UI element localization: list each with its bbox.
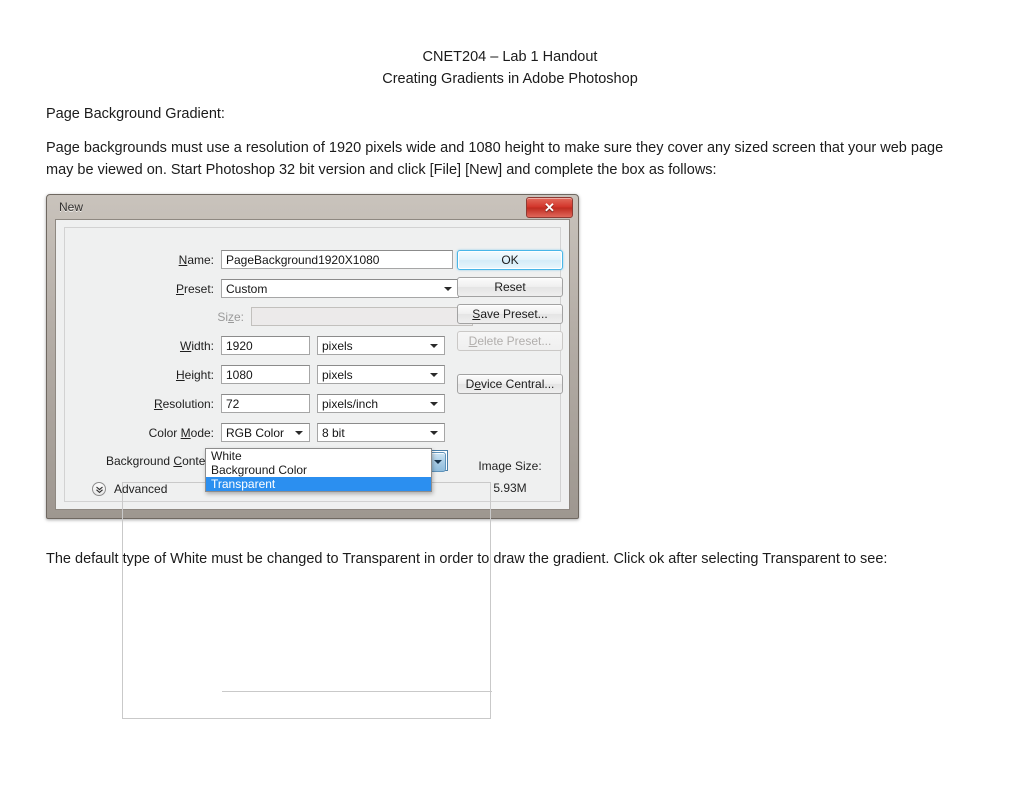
preset-groupbox <box>122 482 491 719</box>
resolution-input[interactable]: 72 <box>221 394 310 413</box>
chevron-down-icon <box>430 343 438 348</box>
color-mode-row: Color Mode: RGB Color 8 bit <box>114 423 445 442</box>
new-document-dialog: New ✕ Name: PageBackground1920X1080 Pres… <box>46 194 579 719</box>
dropdown-option-white[interactable]: White <box>206 449 431 463</box>
advanced-label: Advanced <box>114 482 168 496</box>
advanced-disclosure[interactable]: Advanced <box>92 482 167 496</box>
save-preset-button[interactable]: Save Preset... <box>457 304 563 324</box>
document-title-line1: CNET204 – Lab 1 Handout <box>422 49 598 65</box>
reset-button[interactable]: Reset <box>457 277 563 297</box>
color-mode-combobox[interactable]: RGB Color <box>221 423 310 442</box>
section-heading: Page Background Gradient: <box>46 106 225 122</box>
width-label: Width: <box>179 338 214 353</box>
intro-paragraph: Page backgrounds must use a resolution o… <box>46 140 944 178</box>
advanced-divider <box>222 691 492 692</box>
background-contents-dropdown[interactable]: White Background Color Transparent <box>205 448 432 492</box>
resolution-unit-value: pixels/inch <box>322 396 379 411</box>
color-depth-value: 8 bit <box>322 425 345 440</box>
name-row: Name: PageBackground1920X1080 <box>156 250 453 269</box>
delete-preset-label: Delete Preset... <box>468 334 552 348</box>
width-row: Width: 1920 pixels <box>114 336 445 355</box>
chevron-double-down-icon[interactable] <box>92 482 106 496</box>
height-label: Height: <box>175 367 214 382</box>
size-label: Size: <box>217 309 244 324</box>
preset-value: Custom <box>226 281 268 296</box>
resolution-row: Resolution: 72 pixels/inch <box>114 394 445 413</box>
color-mode-label: Color Mode: <box>148 425 214 440</box>
background-contents-label: Background Contents: <box>106 453 225 468</box>
resolution-unit-combobox[interactable]: pixels/inch <box>317 394 445 413</box>
image-size-label: Image Size: <box>478 459 542 473</box>
width-unit-combobox[interactable]: pixels <box>317 336 445 355</box>
chevron-down-icon <box>444 286 452 291</box>
height-unit-combobox[interactable]: pixels <box>317 365 445 384</box>
device-central-label: Device Central... <box>465 377 555 391</box>
dropdown-option-background-color[interactable]: Background Color <box>206 463 431 477</box>
color-depth-combobox[interactable]: 8 bit <box>317 423 445 442</box>
image-size-value: 5.93M <box>493 481 527 495</box>
dialog-titlebar[interactable]: New ✕ <box>47 195 578 219</box>
save-preset-label: Save Preset... <box>472 307 548 321</box>
height-input[interactable]: 1080 <box>221 365 310 384</box>
name-label: Name: <box>178 252 214 267</box>
dialog-title: New <box>59 200 84 214</box>
size-row: Size: <box>114 307 473 326</box>
closing-paragraph: The default type of White must be change… <box>46 551 888 567</box>
preset-combobox[interactable]: Custom <box>221 279 459 298</box>
chevron-down-icon <box>430 430 438 435</box>
chevron-down-icon <box>430 372 438 377</box>
chevron-down-icon <box>430 401 438 406</box>
resolution-label: Resolution: <box>153 396 214 411</box>
device-central-button[interactable]: Device Central... <box>457 374 563 394</box>
document-title: CNET204 – Lab 1 Handout Creating Gradien… <box>0 47 1020 90</box>
preset-label: Preset: <box>175 281 214 296</box>
size-combobox[interactable] <box>251 307 473 326</box>
delete-preset-button[interactable]: Delete Preset... <box>457 331 563 351</box>
close-glyph: ✕ <box>544 200 555 215</box>
chevron-down-icon <box>295 430 303 435</box>
name-input[interactable]: PageBackground1920X1080 <box>221 250 453 269</box>
close-icon[interactable]: ✕ <box>526 197 573 218</box>
height-row: Height: 1080 pixels <box>114 365 445 384</box>
document-page: CNET204 – Lab 1 Handout Creating Gradien… <box>0 0 1020 788</box>
document-title-line2: Creating Gradients in Adobe Photoshop <box>382 70 638 87</box>
width-input[interactable]: 1920 <box>221 336 310 355</box>
height-unit-value: pixels <box>322 367 353 382</box>
width-unit-value: pixels <box>322 338 353 353</box>
color-mode-value: RGB Color <box>226 425 285 440</box>
ok-button[interactable]: OK <box>457 250 563 270</box>
dropdown-option-transparent[interactable]: Transparent <box>206 477 431 491</box>
preset-row: Preset: Custom <box>114 279 459 298</box>
